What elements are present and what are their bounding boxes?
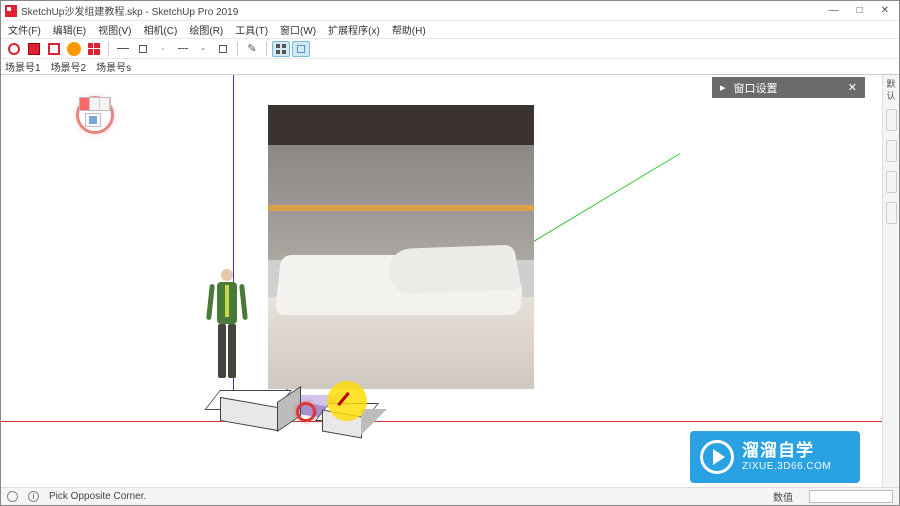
viewport-3d[interactable]: ▸ 窗口设置 ✕ 溜溜自学 ZIXUE.3D66.COM (1, 75, 882, 489)
tool-icon-1[interactable] (5, 41, 23, 57)
play-icon (700, 440, 734, 474)
statusbar: i Pick Opposite Corner. 数值 (1, 487, 899, 505)
scene-tab-3[interactable]: 场景号s (96, 59, 131, 74)
tray-label-char-1: 默 (885, 79, 898, 88)
tool-icon-4[interactable] (65, 41, 83, 57)
tray-slot-4[interactable] (886, 202, 897, 224)
tray-panel-title: 窗口设置 (734, 80, 840, 96)
window-minimize-button[interactable]: — (829, 5, 839, 16)
menu-window[interactable]: 窗口(W) (277, 21, 319, 38)
tool-icon-5[interactable] (85, 41, 103, 57)
measurement-input[interactable] (809, 490, 893, 503)
floating-mini-toolbar[interactable] (79, 97, 111, 111)
pushpull-cursor-icon (337, 392, 350, 406)
tool-icon-rect[interactable] (134, 41, 152, 57)
status-icon-geo[interactable] (7, 491, 18, 502)
tray-slot-2[interactable] (886, 140, 897, 162)
tool-icon-minus[interactable]: - (194, 41, 212, 57)
measurement-label: 数值 (767, 489, 799, 504)
tray-label-char-2: 认 (885, 91, 898, 100)
reference-photo (268, 105, 534, 389)
watermark-text-url: ZIXUE.3D66.COM (742, 461, 831, 472)
app-icon (5, 5, 17, 17)
toolbar-separator (108, 42, 109, 56)
watermark-text-cn: 溜溜自学 (742, 442, 831, 461)
toolbar-main: · - ✎ (1, 39, 899, 59)
scene-tab-1[interactable]: 场景号1 (5, 59, 41, 74)
menu-file[interactable]: 文件(F) (5, 21, 44, 38)
annotation-cursor-highlight (327, 381, 367, 421)
tool-icon-line[interactable] (114, 41, 132, 57)
tool-icon-pencil[interactable]: ✎ (243, 41, 261, 57)
tray-collapse-icon[interactable]: ▸ (712, 81, 734, 94)
main-area: ▸ 窗口设置 ✕ 溜溜自学 ZIXUE.3D66.COM 默 认 (1, 75, 899, 489)
axis-red (1, 421, 882, 422)
toolbar-separator-2 (237, 42, 238, 56)
watermark-badge: 溜溜自学 ZIXUE.3D66.COM (690, 431, 860, 483)
tool-icon-2[interactable] (25, 41, 43, 57)
floating-mini-icon[interactable] (85, 113, 101, 127)
menu-draw[interactable]: 绘图(R) (186, 21, 226, 38)
tool-icon-square2[interactable] (214, 41, 232, 57)
menu-edit[interactable]: 编辑(E) (50, 21, 89, 38)
toolbar-separator-3 (266, 42, 267, 56)
tool-icon-dash[interactable] (174, 41, 192, 57)
menu-extensions[interactable]: 扩展程序(x) (325, 21, 383, 38)
menu-view[interactable]: 视图(V) (95, 21, 134, 38)
tool-icon-dot[interactable]: · (154, 41, 172, 57)
scene-tab-2[interactable]: 场景号2 (51, 59, 87, 74)
tray-slot-3[interactable] (886, 171, 897, 193)
right-tray-strip[interactable]: 默 认 (882, 75, 899, 489)
menubar: 文件(F) 编辑(E) 视图(V) 相机(C) 绘图(R) 工具(T) 窗口(W… (1, 21, 899, 39)
tray-slot-1[interactable] (886, 109, 897, 131)
annotation-circle-endpoint (296, 402, 316, 422)
window-close-button[interactable]: ✕ (881, 5, 889, 16)
window-title: SketchUp沙发组建教程.skp - SketchUp Pro 2019 (21, 3, 829, 18)
scene-tabs: 场景号1 场景号2 场景号s (1, 59, 899, 75)
tool-icon-3[interactable] (45, 41, 63, 57)
tool-icon-view-b[interactable] (292, 41, 310, 57)
tool-icon-view-a[interactable] (272, 41, 290, 57)
tray-close-button[interactable]: ✕ (840, 81, 865, 94)
menu-help[interactable]: 帮助(H) (389, 21, 429, 38)
titlebar: SketchUp沙发组建教程.skp - SketchUp Pro 2019 —… (1, 1, 899, 21)
scale-figure (211, 269, 243, 384)
status-icon-info[interactable]: i (28, 491, 39, 502)
status-message: Pick Opposite Corner. (49, 491, 757, 502)
window-maximize-button[interactable]: □ (857, 5, 863, 16)
tray-panel-header[interactable]: ▸ 窗口设置 ✕ (712, 77, 865, 98)
menu-tools[interactable]: 工具(T) (232, 21, 271, 38)
menu-camera[interactable]: 相机(C) (140, 21, 180, 38)
